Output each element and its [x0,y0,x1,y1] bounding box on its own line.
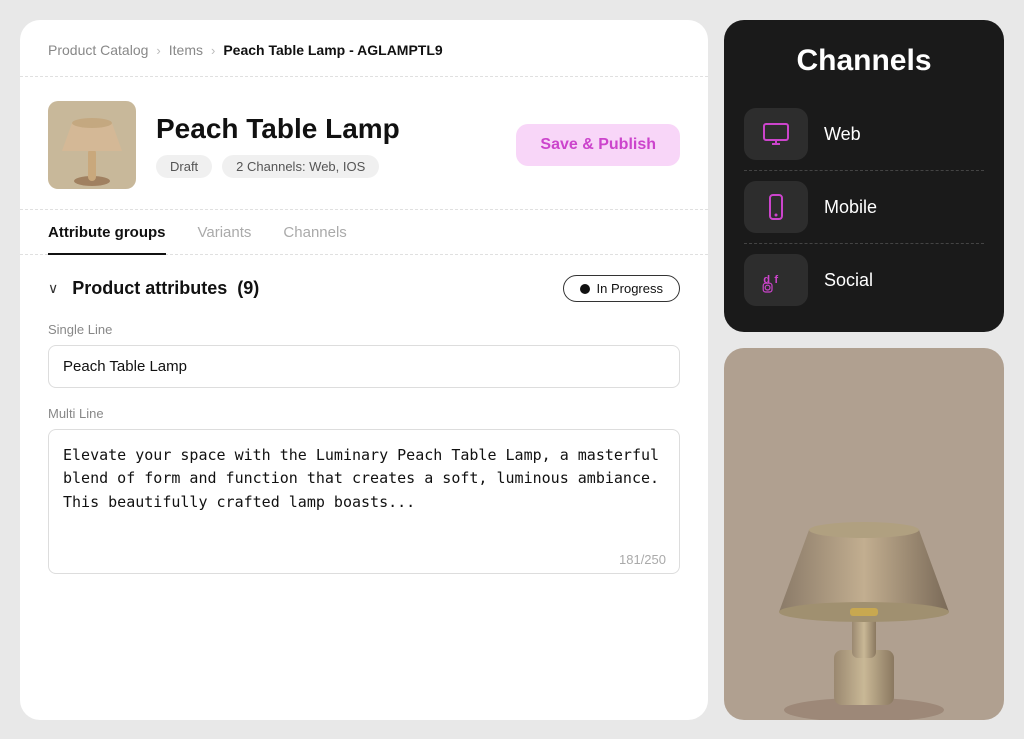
breadcrumb-current: Peach Table Lamp - AGLAMPTL9 [223,42,442,58]
section-header: ∨ Product attributes (9) In Progress [48,275,680,302]
tab-variants[interactable]: Variants [198,210,252,255]
single-line-input[interactable] [48,345,680,388]
channel-web-label: Web [824,124,861,145]
tab-channels[interactable]: Channels [283,210,346,255]
single-line-field-group: Single Line [48,322,680,388]
tab-attribute-groups[interactable]: Attribute groups [48,210,166,255]
multi-line-input[interactable]: Elevate your space with the Luminary Pea… [48,429,680,574]
mobile-icon-box [744,181,808,233]
char-count: 181/250 [619,552,666,567]
breadcrumb-sep-1: › [156,43,160,58]
channel-item-mobile[interactable]: Mobile [744,171,984,244]
svg-text:d: d [763,274,770,286]
channels-card: Channels Web [724,20,1004,332]
channel-social-label: Social [824,270,873,291]
svg-text:f: f [774,274,778,286]
breadcrumb: Product Catalog › Items › Peach Table La… [20,20,708,77]
lamp-preview [724,348,1004,720]
web-icon-box [744,108,808,160]
chevron-down-icon[interactable]: ∨ [48,280,58,297]
channel-item-web[interactable]: Web [744,98,984,171]
product-image [48,101,136,189]
single-line-label: Single Line [48,322,680,337]
right-panel: Channels Web [724,20,1004,720]
status-badge: Draft [156,155,212,178]
in-progress-badge: In Progress [563,275,680,302]
breadcrumb-sep-2: › [211,43,215,58]
social-icon: d f [760,264,792,296]
status-dot [580,284,590,294]
tabs-bar: Attribute groups Variants Channels [20,210,708,255]
product-header: Peach Table Lamp Draft 2 Channels: Web, … [20,77,708,210]
monitor-icon [760,118,792,150]
channel-mobile-label: Mobile [824,197,877,218]
channels-title: Channels [744,44,984,78]
attributes-section: ∨ Product attributes (9) In Progress Sin… [20,255,708,720]
breadcrumb-items[interactable]: Items [169,42,203,58]
phone-icon [760,191,792,223]
multi-line-field-group: Multi Line Elevate your space with the L… [48,406,680,579]
product-info: Peach Table Lamp Draft 2 Channels: Web, … [156,113,496,178]
product-badges: Draft 2 Channels: Web, IOS [156,155,496,178]
textarea-wrapper: Elevate your space with the Luminary Pea… [48,429,680,579]
section-title: Product attributes (9) [72,278,259,299]
lamp-preview-svg [764,500,964,720]
breadcrumb-catalog[interactable]: Product Catalog [48,42,148,58]
status-label: In Progress [597,281,663,296]
channel-item-social[interactable]: d f Social [744,244,984,316]
multi-line-label: Multi Line [48,406,680,421]
product-title: Peach Table Lamp [156,113,496,145]
save-publish-button[interactable]: Save & Publish [516,124,680,166]
channels-badge: 2 Channels: Web, IOS [222,155,379,178]
social-icon-box: d f [744,254,808,306]
left-panel: Product Catalog › Items › Peach Table La… [20,20,708,720]
